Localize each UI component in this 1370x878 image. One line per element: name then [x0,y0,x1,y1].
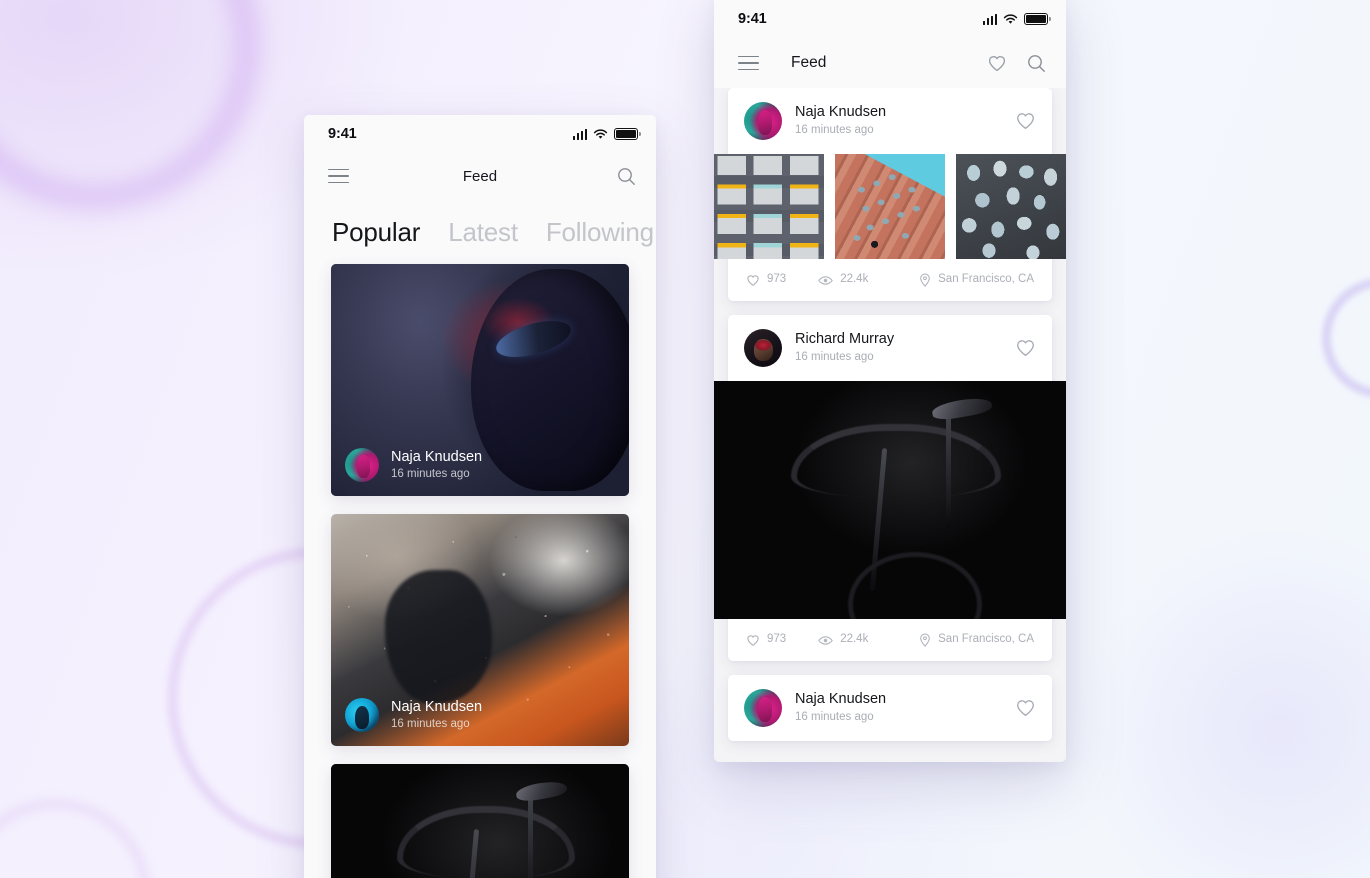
post-header: Richard Murray 16 minutes ago [728,315,1052,381]
location-label: San Francisco, CA [938,633,1034,646]
decorative-swoosh-top-left [0,0,260,210]
likes-count: 973 [767,633,787,646]
status-bar-right: 9:41 [714,0,1066,38]
avatar[interactable] [744,329,782,367]
post-header: Naja Knudsen 16 minutes ago [728,675,1052,741]
heart-outline-icon[interactable] [987,54,1007,73]
decorative-ring-bottom-left [0,800,150,878]
status-icons [982,13,1051,25]
post-card[interactable]: Naja Knudsen 16 minutes ago [714,88,1066,301]
post-author-name: Richard Murray [795,331,895,348]
page-title: Feed [791,54,827,71]
avatar[interactable] [744,689,782,727]
post-meta: Richard Murray 16 minutes ago [795,330,1002,365]
nav-actions-right [987,54,1046,73]
views-count: 22.4k [840,633,869,646]
tab-following[interactable]: Following [546,217,654,248]
avatar[interactable] [345,698,379,732]
hamburger-menu-icon[interactable] [328,168,349,184]
post-timestamp: 16 minutes ago [795,351,874,364]
views-count: 22.4k [840,273,869,286]
tab-popular[interactable]: Popular [332,217,420,248]
bike-wheel-detail [847,552,982,619]
location-pin-icon [920,633,930,647]
bike-frame-detail [462,829,480,878]
post-header: Naja Knudsen 16 minutes ago [728,88,1052,154]
battery-icon [1024,13,1051,25]
feed-list-left: Naja Knudsen 16 minutes ago Naja Knudsen… [304,264,656,878]
post-card[interactable]: Naja Knudsen 16 minutes ago [728,675,1052,741]
post-author-name: Naja Knudsen [795,691,887,708]
photo-black-bicycle [331,764,629,878]
post-timestamp: 16 minutes ago [795,124,874,137]
page-title: Feed [462,167,498,185]
heart-outline-icon [747,634,759,646]
status-bar-left: 9:41 [304,115,656,153]
feed-photo-card[interactable]: Naja Knudsen 16 minutes ago [331,514,629,746]
eye-icon [818,635,834,645]
heart-outline-icon[interactable] [1015,111,1036,131]
nav-bar-right: Feed [714,38,1066,88]
status-time: 9:41 [328,126,357,142]
author-name: Naja Knudsen [391,449,483,466]
decorative-ring-right [1322,278,1370,398]
post-hero-image[interactable] [714,381,1066,619]
search-icon[interactable] [617,167,636,186]
photo-black-bicycle [714,381,1066,619]
feed-photo-card[interactable]: Naja Knudsen 16 minutes ago [331,264,629,496]
avatar[interactable] [345,448,379,482]
author-name: Naja Knudsen [391,699,483,716]
likes-stat[interactable]: 973 [746,634,786,647]
signal-bars-icon [982,13,997,25]
views-stat: 22.4k [818,634,868,646]
decorative-glow-right [1070,520,1370,878]
thumbnail-terracotta-building[interactable] [835,154,945,259]
wifi-icon [1003,13,1018,24]
screenshot-stage: 9:41 Feed Popular Latest Following Naja … [0,0,1370,878]
views-stat: 22.4k [818,274,868,286]
thumbnail-gray-facade[interactable] [714,154,824,259]
feed-list-right: Naja Knudsen 16 minutes ago 973 22.4k Sa… [714,88,1066,741]
phone-mockup-right: 9:41 Feed Naja Knudsen 16 minutes ago 97… [714,0,1066,762]
avatar[interactable] [744,102,782,140]
photo-author-overlay: Naja Knudsen 16 minutes ago [345,448,482,482]
status-time: 9:41 [738,11,767,27]
thumbnail-dark-facade[interactable] [956,154,1066,259]
post-meta: Naja Knudsen 16 minutes ago [795,103,1002,138]
post-author-name: Naja Knudsen [795,104,887,121]
location-stat: San Francisco, CA [919,273,1034,287]
post-stats: 973 22.4k San Francisco, CA [728,259,1052,301]
author-timestamp: 16 minutes ago [391,467,470,480]
nav-actions-left [617,167,636,186]
likes-stat[interactable]: 973 [746,274,786,287]
nav-bar-left: Feed [304,153,656,199]
wifi-icon [593,128,608,139]
location-stat: San Francisco, CA [919,633,1034,647]
eye-icon [818,275,834,285]
phone-mockup-left: 9:41 Feed Popular Latest Following Naja … [304,115,656,878]
battery-icon [614,128,641,140]
bike-seatpost-detail [946,414,952,529]
feed-photo-card[interactable] [331,764,629,878]
signal-bars-icon [572,128,587,140]
heart-outline-icon[interactable] [1015,338,1036,358]
search-icon[interactable] [1027,54,1046,73]
feed-tabs: Popular Latest Following [304,199,656,264]
post-meta: Naja Knudsen 16 minutes ago [795,690,1002,725]
post-thumbnail-row [714,154,1066,259]
status-icons [572,128,641,140]
tab-latest[interactable]: Latest [448,217,518,248]
author-timestamp: 16 minutes ago [391,717,470,730]
post-timestamp: 16 minutes ago [795,711,874,724]
post-stats: 973 22.4k San Francisco, CA [728,619,1052,661]
likes-count: 973 [767,273,787,286]
bike-seatpost-detail [527,796,533,878]
post-card[interactable]: Richard Murray 16 minutes ago 973 22.4k … [714,315,1066,661]
photo-author-overlay: Naja Knudsen 16 minutes ago [345,698,482,732]
location-pin-icon [920,273,930,287]
heart-outline-icon[interactable] [1015,698,1036,718]
heart-outline-icon [747,274,759,286]
hamburger-menu-icon[interactable] [738,55,759,71]
location-label: San Francisco, CA [938,273,1034,286]
